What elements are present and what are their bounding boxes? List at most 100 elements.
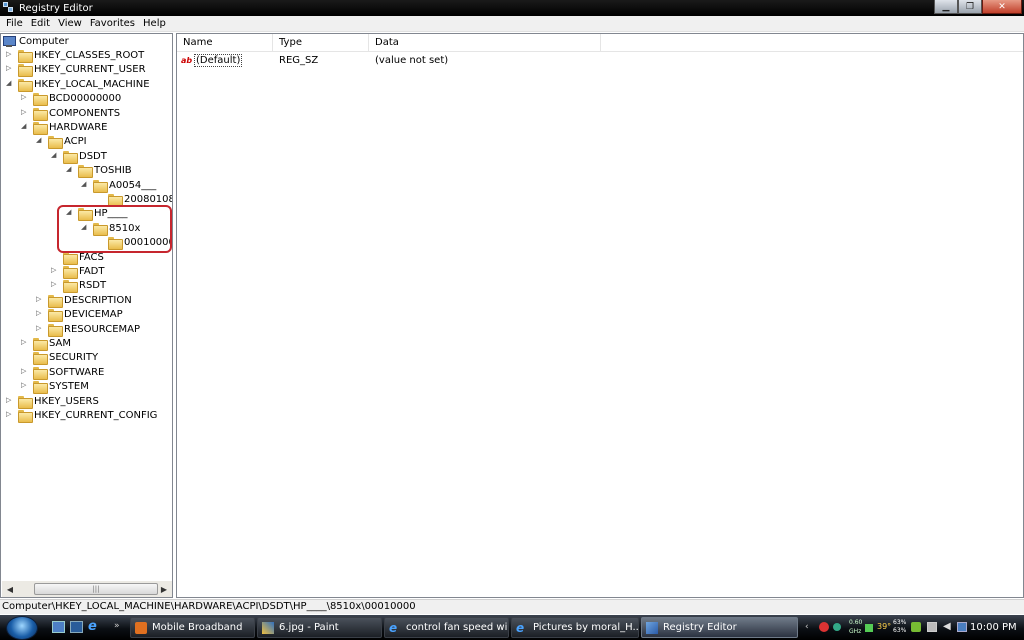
collapse-arrow-icon[interactable]: ◢ — [66, 166, 73, 173]
value-data: (value not set) — [375, 55, 449, 66]
tree-node-components[interactable]: ▷ COMPONENTS — [21, 106, 121, 121]
collapse-arrow-icon[interactable]: ◢ — [21, 123, 28, 130]
tray-expand-icon[interactable]: ‹ — [805, 622, 815, 632]
tree-node-acpi[interactable]: ◢ ACPI — [36, 134, 87, 149]
network-icon[interactable] — [957, 622, 967, 632]
internet-explorer-icon[interactable]: e — [88, 620, 101, 633]
scroll-right-button[interactable]: ▶ — [156, 582, 172, 597]
collapse-arrow-icon[interactable]: ◢ — [81, 181, 88, 188]
value-name[interactable]: (Default) — [193, 54, 243, 68]
tree-node-security[interactable]: SECURITY — [33, 350, 98, 365]
tree-node-hkey-local-machine[interactable]: ◢ HKEY_LOCAL_MACHINE — [6, 77, 150, 92]
expand-arrow-icon[interactable]: ▷ — [36, 325, 43, 332]
tree-node-resourcemap[interactable]: ▷ RESOURCEMAP — [36, 322, 140, 337]
start-button[interactable] — [6, 616, 38, 640]
tree-node-sam[interactable]: ▷ SAM — [21, 336, 71, 351]
menu-edit[interactable]: Edit — [27, 18, 54, 29]
folder-icon — [63, 279, 78, 293]
scroll-thumb[interactable]: ||| — [34, 583, 158, 595]
tree-node-label: COMPONENTS — [49, 107, 121, 119]
task-control-fan-speed[interactable]: e control fan speed wi... — [384, 617, 509, 638]
task-pictures[interactable]: e Pictures by moral_H... — [511, 617, 639, 638]
tree-node-label: SYSTEM — [49, 380, 89, 392]
tree-node-fadt[interactable]: ▷ FADT — [51, 264, 104, 279]
tree-node-description[interactable]: ▷ DESCRIPTION — [36, 293, 132, 308]
restore-button[interactable]: ❐ — [958, 0, 982, 14]
expand-arrow-icon[interactable]: ▷ — [6, 397, 13, 404]
tree-node-hkey-current-config[interactable]: ▷ HKEY_CURRENT_CONFIG — [6, 408, 157, 423]
column-header-data[interactable]: Data — [369, 34, 601, 52]
expand-arrow-icon[interactable]: ▷ — [6, 411, 13, 418]
folder-icon — [63, 150, 78, 164]
tree-node-hkey-current-user[interactable]: ▷ HKEY_CURRENT_USER — [6, 62, 146, 77]
show-desktop-icon[interactable] — [52, 621, 65, 633]
security-icon[interactable] — [819, 622, 829, 632]
tree-node-toshib[interactable]: ◢ TOSHIB — [66, 163, 132, 178]
tree-node-hardware[interactable]: ◢ HARDWARE — [21, 120, 107, 135]
folder-icon — [33, 351, 48, 365]
window-title: Registry Editor — [19, 2, 93, 14]
menu-view[interactable]: View — [54, 18, 86, 29]
folder-icon — [63, 265, 78, 279]
tree-node-label: ACPI — [64, 135, 87, 147]
expand-arrow-icon[interactable]: ▷ — [21, 94, 28, 101]
clock[interactable]: 10:00 PM — [970, 615, 1017, 640]
expand-arrow-icon[interactable]: ▷ — [21, 368, 28, 375]
expand-arrow-icon[interactable]: ▷ — [21, 382, 28, 389]
task-registry-editor[interactable]: Registry Editor — [641, 617, 798, 638]
collapse-arrow-icon[interactable]: ◢ — [51, 152, 58, 159]
tree-horizontal-scrollbar[interactable]: ◀ ||| ▶ — [2, 581, 172, 597]
expand-arrow-icon[interactable]: ▷ — [51, 281, 58, 288]
list-header: Name Type Data — [177, 34, 1023, 52]
ie-icon: e — [389, 620, 398, 635]
expand-arrow-icon[interactable]: ▷ — [36, 296, 43, 303]
tree-node-rsdt[interactable]: ▷ RSDT — [51, 278, 106, 293]
column-header-name[interactable]: Name — [177, 34, 273, 52]
network-status-icon[interactable] — [833, 623, 841, 631]
tree-node-hkey-users[interactable]: ▷ HKEY_USERS — [6, 394, 99, 409]
task-mobile-broadband[interactable]: Mobile Broadband — [130, 617, 255, 638]
tree-node-a0054[interactable]: ◢ A0054___ — [81, 178, 156, 193]
collapse-arrow-icon[interactable]: ◢ — [36, 137, 43, 144]
expand-arrow-icon[interactable]: ▷ — [21, 109, 28, 116]
folder-icon — [48, 308, 63, 322]
browser-icon — [135, 621, 147, 634]
app-tray-icon[interactable] — [911, 622, 921, 632]
tree-node-dsdt[interactable]: ◢ DSDT — [51, 149, 107, 164]
title-bar: Registry Editor ▁ ❐ ✕ — [0, 0, 1024, 16]
regedit-icon — [3, 2, 15, 14]
minimize-button[interactable]: ▁ — [934, 0, 958, 14]
battery-icon[interactable] — [927, 622, 937, 632]
tree-node-bcd00000000[interactable]: ▷ BCD00000000 — [21, 91, 121, 106]
volume-icon[interactable]: ◀ — [943, 622, 953, 632]
task-paint[interactable]: 6.jpg - Paint — [257, 617, 382, 638]
scroll-left-button[interactable]: ◀ — [2, 582, 18, 597]
column-header-type[interactable]: Type — [273, 34, 369, 52]
folder-icon — [33, 380, 48, 394]
tree-node-hkey-classes-root[interactable]: ▷ HKEY_CLASSES_ROOT — [6, 48, 144, 63]
expand-arrow-icon[interactable]: ▷ — [36, 310, 43, 317]
expand-arrow-icon[interactable]: ▷ — [51, 267, 58, 274]
tree-node-devicemap[interactable]: ▷ DEVICEMAP — [36, 307, 123, 322]
menu-help[interactable]: Help — [139, 18, 170, 29]
collapse-arrow-icon[interactable]: ◢ — [6, 80, 13, 87]
tree-node-computer[interactable]: Computer — [3, 34, 69, 48]
folder-icon — [78, 164, 93, 178]
expand-arrow-icon[interactable]: ▷ — [6, 65, 13, 72]
tree-node-software[interactable]: ▷ SOFTWARE — [21, 365, 104, 380]
taskbar: e » Mobile Broadband 6.jpg - Paint e con… — [0, 615, 1024, 640]
menu-file[interactable]: File — [2, 18, 27, 29]
value-type: REG_SZ — [279, 55, 319, 66]
switch-windows-icon[interactable] — [70, 621, 83, 633]
folder-icon — [33, 92, 48, 106]
registry-tree[interactable]: Computer ▷ HKEY_CLASSES_ROOT ▷ HKEY_CURRENT… — [0, 33, 173, 598]
expand-arrow-icon[interactable]: ▷ — [21, 339, 28, 346]
tree-node-system[interactable]: ▷ SYSTEM — [21, 379, 89, 394]
values-list[interactable]: Name Type Data ab (Default) REG_SZ (valu… — [176, 33, 1024, 598]
tree-node-20080108[interactable]: 20080108 — [108, 192, 172, 207]
quicklaunch-more-icon[interactable]: » — [114, 621, 127, 633]
tree-node-label: HKEY_USERS — [34, 395, 99, 407]
expand-arrow-icon[interactable]: ▷ — [6, 51, 13, 58]
close-button[interactable]: ✕ — [982, 0, 1022, 14]
menu-favorites[interactable]: Favorites — [86, 18, 139, 29]
